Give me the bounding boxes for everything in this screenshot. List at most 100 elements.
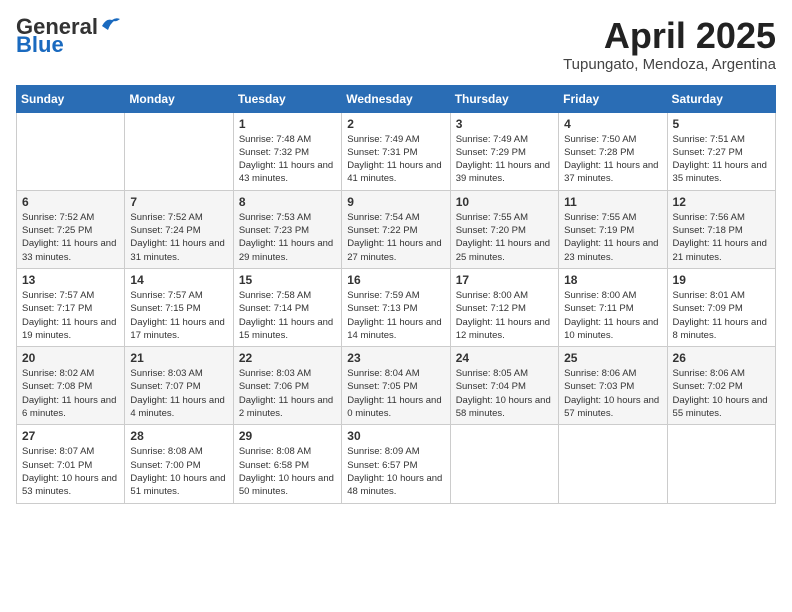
day-number: 25	[564, 351, 661, 365]
daylight-text: Daylight: 11 hours and 0 minutes.	[347, 394, 444, 421]
calendar-cell: 5 Sunrise: 7:51 AMSunset: 7:27 PMDaylight…	[667, 112, 775, 190]
sunset-text: Sunset: 7:11 PM	[564, 302, 661, 315]
day-info: Sunrise: 7:56 AMSunset: 7:18 PMDaylight:…	[673, 211, 770, 264]
sunset-text: Sunset: 7:28 PM	[564, 146, 661, 159]
weekday-header-tuesday: Tuesday	[233, 85, 341, 112]
day-number: 4	[564, 117, 661, 131]
day-number: 13	[22, 273, 119, 287]
day-info: Sunrise: 8:06 AMSunset: 7:03 PMDaylight:…	[564, 367, 661, 420]
daylight-text: Daylight: 11 hours and 25 minutes.	[456, 237, 553, 264]
sunrise-text: Sunrise: 8:06 AM	[673, 367, 770, 380]
sunset-text: Sunset: 7:03 PM	[564, 380, 661, 393]
sunrise-text: Sunrise: 8:01 AM	[673, 289, 770, 302]
calendar-cell: 13 Sunrise: 7:57 AMSunset: 7:17 PMDayligh…	[17, 268, 125, 346]
weekday-header-sunday: Sunday	[17, 85, 125, 112]
day-number: 22	[239, 351, 336, 365]
day-info: Sunrise: 8:03 AMSunset: 7:06 PMDaylight:…	[239, 367, 336, 420]
daylight-text: Daylight: 11 hours and 27 minutes.	[347, 237, 444, 264]
sunrise-text: Sunrise: 7:49 AM	[456, 133, 553, 146]
sunrise-text: Sunrise: 8:06 AM	[564, 367, 661, 380]
sunset-text: Sunset: 7:07 PM	[130, 380, 227, 393]
daylight-text: Daylight: 10 hours and 58 minutes.	[456, 394, 553, 421]
calendar-cell: 30Sunrise: 8:09 AMSunset: 6:57 PMDayligh…	[342, 425, 450, 503]
daylight-text: Daylight: 11 hours and 19 minutes.	[22, 316, 119, 343]
sunset-text: Sunset: 7:17 PM	[22, 302, 119, 315]
day-info: Sunrise: 7:49 AMSunset: 7:31 PMDaylight:…	[347, 133, 444, 186]
day-number: 1	[239, 117, 336, 131]
day-number: 5	[673, 117, 770, 131]
sunrise-text: Sunrise: 8:03 AM	[130, 367, 227, 380]
sunrise-text: Sunrise: 7:58 AM	[239, 289, 336, 302]
day-info: Sunrise: 7:51 AMSunset: 7:27 PMDaylight:…	[673, 133, 770, 186]
calendar-cell: 12Sunrise: 7:56 AMSunset: 7:18 PMDayligh…	[667, 190, 775, 268]
sunrise-text: Sunrise: 7:55 AM	[456, 211, 553, 224]
sunset-text: Sunset: 7:31 PM	[347, 146, 444, 159]
day-info: Sunrise: 7:53 AMSunset: 7:23 PMDaylight:…	[239, 211, 336, 264]
calendar-week-row: 6Sunrise: 7:52 AMSunset: 7:25 PMDaylight…	[17, 190, 776, 268]
day-info: Sunrise: 8:00 AMSunset: 7:11 PMDaylight:…	[564, 289, 661, 342]
sunrise-text: Sunrise: 7:59 AM	[347, 289, 444, 302]
page-header: General Blue April 2025 Tupungato, Mendo…	[16, 16, 776, 73]
day-number: 29	[239, 429, 336, 443]
daylight-text: Daylight: 11 hours and 23 minutes.	[564, 237, 661, 264]
day-info: Sunrise: 7:50 AMSunset: 7:28 PMDaylight:…	[564, 133, 661, 186]
day-info: Sunrise: 7:54 AMSunset: 7:22 PMDaylight:…	[347, 211, 444, 264]
sunset-text: Sunset: 7:08 PM	[22, 380, 119, 393]
daylight-text: Daylight: 11 hours and 41 minutes.	[347, 159, 444, 186]
day-number: 28	[130, 429, 227, 443]
day-number: 3	[456, 117, 553, 131]
sunset-text: Sunset: 7:02 PM	[673, 380, 770, 393]
calendar-cell: 19Sunrise: 8:01 AMSunset: 7:09 PMDayligh…	[667, 268, 775, 346]
day-info: Sunrise: 7:58 AMSunset: 7:14 PMDaylight:…	[239, 289, 336, 342]
day-info: Sunrise: 7:57 AMSunset: 7:15 PMDaylight:…	[130, 289, 227, 342]
day-info: Sunrise: 7:49 AMSunset: 7:29 PMDaylight:…	[456, 133, 553, 186]
daylight-text: Daylight: 10 hours and 48 minutes.	[347, 472, 444, 499]
daylight-text: Daylight: 11 hours and 39 minutes.	[456, 159, 553, 186]
calendar-cell: 3 Sunrise: 7:49 AMSunset: 7:29 PMDaylight…	[450, 112, 558, 190]
calendar-cell: 28Sunrise: 8:08 AMSunset: 7:00 PMDayligh…	[125, 425, 233, 503]
logo: General Blue	[16, 16, 122, 56]
daylight-text: Daylight: 11 hours and 37 minutes.	[564, 159, 661, 186]
calendar-cell: 7Sunrise: 7:52 AMSunset: 7:24 PMDaylight…	[125, 190, 233, 268]
sunrise-text: Sunrise: 7:56 AM	[673, 211, 770, 224]
calendar-cell: 20Sunrise: 8:02 AMSunset: 7:08 PMDayligh…	[17, 347, 125, 425]
sunrise-text: Sunrise: 7:53 AM	[239, 211, 336, 224]
day-number: 17	[456, 273, 553, 287]
day-info: Sunrise: 8:04 AMSunset: 7:05 PMDaylight:…	[347, 367, 444, 420]
daylight-text: Daylight: 11 hours and 6 minutes.	[22, 394, 119, 421]
daylight-text: Daylight: 10 hours and 55 minutes.	[673, 394, 770, 421]
sunset-text: Sunset: 7:05 PM	[347, 380, 444, 393]
calendar-cell: 9Sunrise: 7:54 AMSunset: 7:22 PMDaylight…	[342, 190, 450, 268]
logo-bird-icon	[100, 16, 122, 34]
weekday-header-wednesday: Wednesday	[342, 85, 450, 112]
sunrise-text: Sunrise: 8:08 AM	[239, 445, 336, 458]
calendar-cell: 10Sunrise: 7:55 AMSunset: 7:20 PMDayligh…	[450, 190, 558, 268]
sunrise-text: Sunrise: 7:55 AM	[564, 211, 661, 224]
day-number: 26	[673, 351, 770, 365]
sunset-text: Sunset: 7:32 PM	[239, 146, 336, 159]
sunset-text: Sunset: 7:24 PM	[130, 224, 227, 237]
day-info: Sunrise: 7:57 AMSunset: 7:17 PMDaylight:…	[22, 289, 119, 342]
sunrise-text: Sunrise: 7:50 AM	[564, 133, 661, 146]
day-info: Sunrise: 7:52 AMSunset: 7:25 PMDaylight:…	[22, 211, 119, 264]
sunrise-text: Sunrise: 7:52 AM	[130, 211, 227, 224]
calendar-cell: 16Sunrise: 7:59 AMSunset: 7:13 PMDayligh…	[342, 268, 450, 346]
daylight-text: Daylight: 11 hours and 31 minutes.	[130, 237, 227, 264]
day-number: 10	[456, 195, 553, 209]
calendar-cell: 6Sunrise: 7:52 AMSunset: 7:25 PMDaylight…	[17, 190, 125, 268]
day-info: Sunrise: 8:00 AMSunset: 7:12 PMDaylight:…	[456, 289, 553, 342]
sunrise-text: Sunrise: 8:05 AM	[456, 367, 553, 380]
day-info: Sunrise: 8:08 AMSunset: 6:58 PMDaylight:…	[239, 445, 336, 498]
calendar-cell: 4 Sunrise: 7:50 AMSunset: 7:28 PMDaylight…	[559, 112, 667, 190]
daylight-text: Daylight: 10 hours and 50 minutes.	[239, 472, 336, 499]
calendar-cell: 23Sunrise: 8:04 AMSunset: 7:05 PMDayligh…	[342, 347, 450, 425]
weekday-header-saturday: Saturday	[667, 85, 775, 112]
sunrise-text: Sunrise: 8:03 AM	[239, 367, 336, 380]
calendar-cell	[17, 112, 125, 190]
day-number: 18	[564, 273, 661, 287]
calendar-cell: 18 Sunrise: 8:00 AMSunset: 7:11 PMDayligh…	[559, 268, 667, 346]
day-info: Sunrise: 7:52 AMSunset: 7:24 PMDaylight:…	[130, 211, 227, 264]
daylight-text: Daylight: 11 hours and 10 minutes.	[564, 316, 661, 343]
daylight-text: Daylight: 11 hours and 2 minutes.	[239, 394, 336, 421]
sunset-text: Sunset: 7:25 PM	[22, 224, 119, 237]
